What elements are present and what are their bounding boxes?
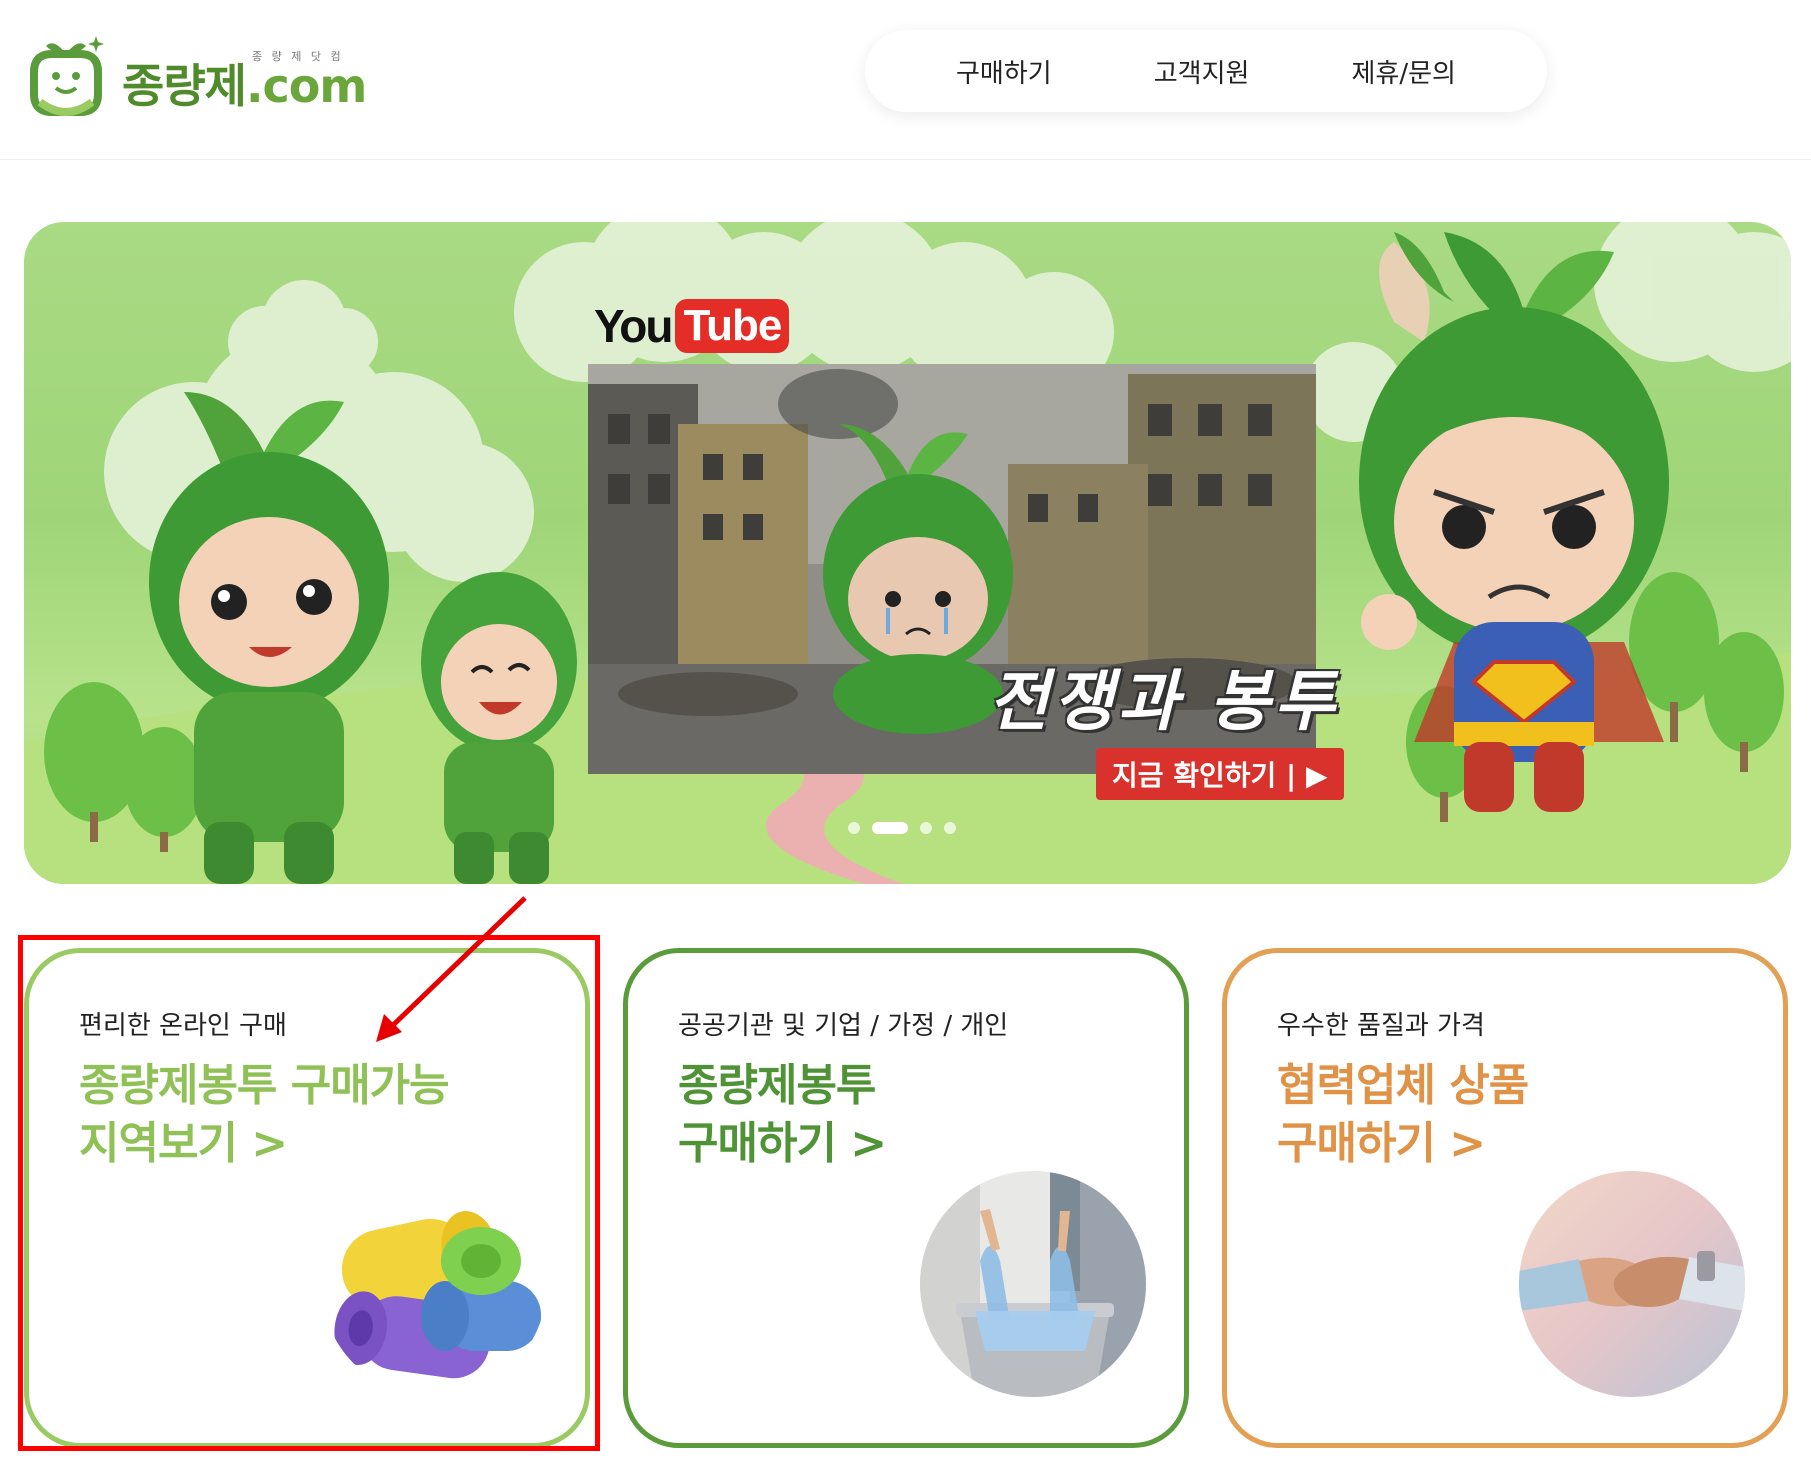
card-title-line1: 종량제봉투 — [678, 1060, 876, 1111]
card-buy-bags[interactable]: 공공기관 및 기업 / 가정 / 개인 종량제봉투 구매하기 > — [623, 948, 1189, 1448]
card-subtitle: 공공기관 및 기업 / 가정 / 개인 — [678, 1011, 1009, 1041]
card-title-line2: 지역보기 > — [79, 1118, 288, 1169]
nav-item-support[interactable]: 고객지원 — [1154, 53, 1250, 90]
youtube-tube-text: Tube — [675, 299, 790, 353]
nav-item-partnership[interactable]: 제휴/문의 — [1351, 53, 1455, 90]
card-subtitle: 우수한 품질과 가격 — [1277, 1011, 1485, 1041]
youtube-you-text: You — [594, 300, 673, 352]
card-title: 협력업체 상품 구매하기 > — [1277, 1057, 1529, 1173]
card-title: 종량제봉투 구매가능 지역보기 > — [79, 1057, 450, 1173]
video-title: 전쟁과 봉투 — [988, 663, 1339, 740]
carousel-dot-2[interactable] — [872, 822, 908, 834]
nav-item-purchase[interactable]: 구매하기 — [956, 53, 1052, 90]
logo-subtitle: 종 량 제 닷 컴 — [252, 50, 344, 63]
carousel-dots — [848, 822, 956, 834]
garbage-bag-rolls-image — [321, 1171, 547, 1397]
bag-in-bin-image — [920, 1171, 1146, 1397]
main-nav: 구매하기 고객지원 제휴/문의 — [865, 30, 1547, 112]
carousel-dot-3[interactable] — [920, 822, 932, 834]
logo-text-dotcom: .com — [245, 59, 367, 113]
carousel-dot-1[interactable] — [848, 822, 860, 834]
handshake-image — [1519, 1171, 1745, 1397]
logo-text-korean: 종량제 — [122, 59, 247, 113]
card-title-line1: 종량제봉투 구매가능 — [79, 1060, 450, 1111]
card-title-line1: 협력업체 상품 — [1277, 1060, 1529, 1111]
card-title-line2: 구매하기 > — [1277, 1118, 1486, 1169]
youtube-logo-icon: You Tube — [594, 296, 790, 356]
hero-banner[interactable]: You Tube 전쟁과 봉투 지금 확인하기 | ▶ — [24, 222, 1791, 884]
card-partner-products[interactable]: 우수한 품질과 가격 협력업체 상품 구매하기 > — [1222, 948, 1788, 1448]
card-title-line2: 구매하기 > — [678, 1118, 887, 1169]
card-purchase-area[interactable]: 편리한 온라인 구매 종량제봉투 구매가능 지역보기 > — [24, 948, 590, 1448]
carousel-dot-4[interactable] — [944, 822, 956, 834]
card-subtitle: 편리한 온라인 구매 — [79, 1011, 287, 1041]
card-title: 종량제봉투 구매하기 > — [678, 1057, 887, 1173]
watch-now-button[interactable]: 지금 확인하기 | ▶ — [1096, 748, 1344, 800]
site-header: 종량제.com 종 량 제 닷 컴 구매하기 고객지원 제휴/문의 — [0, 0, 1811, 160]
site-logo[interactable]: 종량제.com 종 량 제 닷 컴 — [26, 28, 367, 124]
logo-mascot-icon — [30, 36, 104, 116]
